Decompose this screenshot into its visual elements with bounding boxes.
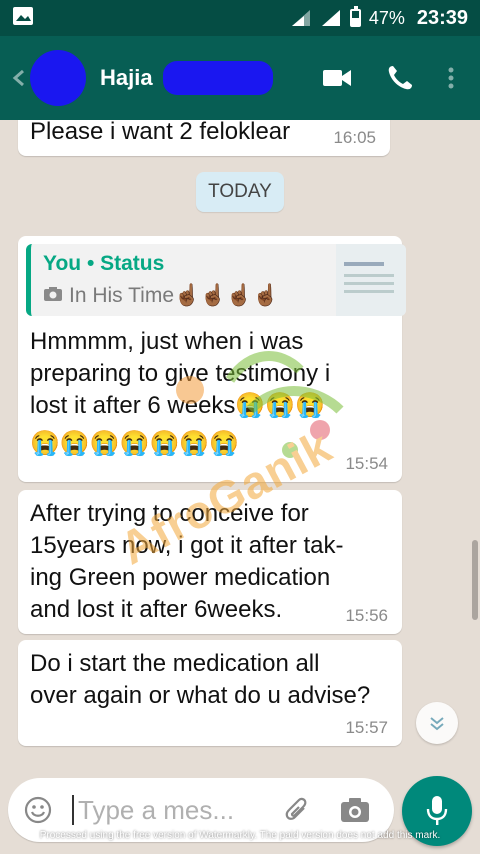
message-list[interactable]: Please i want 2 feloklear 16:05 TODAY Yo… <box>0 120 480 774</box>
signal-icon <box>320 9 342 27</box>
composer <box>0 774 480 854</box>
phone-icon[interactable] <box>386 64 414 92</box>
clock: 23:39 <box>416 6 468 29</box>
battery-percent: 47% <box>368 7 405 28</box>
quote-subtitle: In His Time☝🏾☝🏾☝🏾☝🏾 <box>69 284 279 307</box>
message-line: After trying to conceive for <box>30 500 309 527</box>
message-line: ing Green power medication <box>30 564 331 591</box>
status-thumbnail <box>336 244 406 316</box>
message-bubble[interactable]: You • Status In His Time☝🏾☝🏾☝🏾☝🏾 Hmmmm, … <box>18 236 406 482</box>
quoted-status[interactable]: You • Status In His Time☝🏾☝🏾☝🏾☝🏾 <box>26 244 406 316</box>
camera-icon[interactable] <box>330 797 380 823</box>
message-bubble[interactable]: Do i start the medication all over again… <box>18 640 402 746</box>
signal-icon <box>290 9 312 27</box>
message-time: 15:57 <box>345 718 388 737</box>
message-line: Hmmmm, just when i was <box>30 328 304 355</box>
message-line: lost it after 6 weeks😭😭😭 <box>30 392 326 419</box>
message-input[interactable] <box>78 794 258 826</box>
day-divider: TODAY <box>196 172 284 212</box>
more-vert-icon[interactable] <box>448 66 454 90</box>
message-bubble[interactable]: Please i want 2 feloklear 16:05 <box>18 120 390 156</box>
message-line: over again or what do u advise? <box>30 682 371 709</box>
chevron-down-icon <box>430 717 444 731</box>
message-bubble[interactable]: After trying to conceive for 15years now… <box>18 490 402 634</box>
redaction-mark <box>162 61 273 95</box>
message-line: and lost it after 6weeks. <box>30 596 283 623</box>
mic-icon <box>426 796 448 825</box>
scrollbar[interactable] <box>472 540 478 620</box>
scroll-down-button[interactable] <box>416 702 458 744</box>
video-call-icon[interactable] <box>322 67 352 89</box>
message-time: 15:54 <box>345 454 388 473</box>
contact-name: Hajia <box>100 65 153 90</box>
image-icon <box>12 6 34 31</box>
message-line: preparing to give testimony i <box>30 360 331 387</box>
message-line: Do i start the medication all <box>30 650 320 677</box>
status-bar: 47% 23:39 <box>0 0 480 36</box>
quote-subtitle-row: In His Time☝🏾☝🏾☝🏾☝🏾 <box>43 284 279 308</box>
quote-author: You • Status <box>43 252 165 275</box>
camera-small-icon <box>43 284 63 308</box>
contact-title[interactable]: Hajia <box>100 61 273 95</box>
message-line: 15years now, i got it after tak- <box>30 532 344 559</box>
message-time: 15:56 <box>345 606 388 625</box>
text-cursor <box>72 795 74 825</box>
message-time: 16:05 <box>333 128 376 147</box>
message-line: 😭😭😭😭😭😭😭 <box>30 430 240 457</box>
footer-note: Processed using the free version of Wate… <box>39 830 441 841</box>
back-arrow-icon[interactable] <box>0 36 40 120</box>
emoji-icon[interactable] <box>8 796 68 824</box>
chat-header: Hajia <box>0 36 480 120</box>
attach-icon[interactable] <box>272 796 322 824</box>
message-text: Please i want 2 feloklear <box>30 120 291 145</box>
battery-icon <box>349 6 361 27</box>
